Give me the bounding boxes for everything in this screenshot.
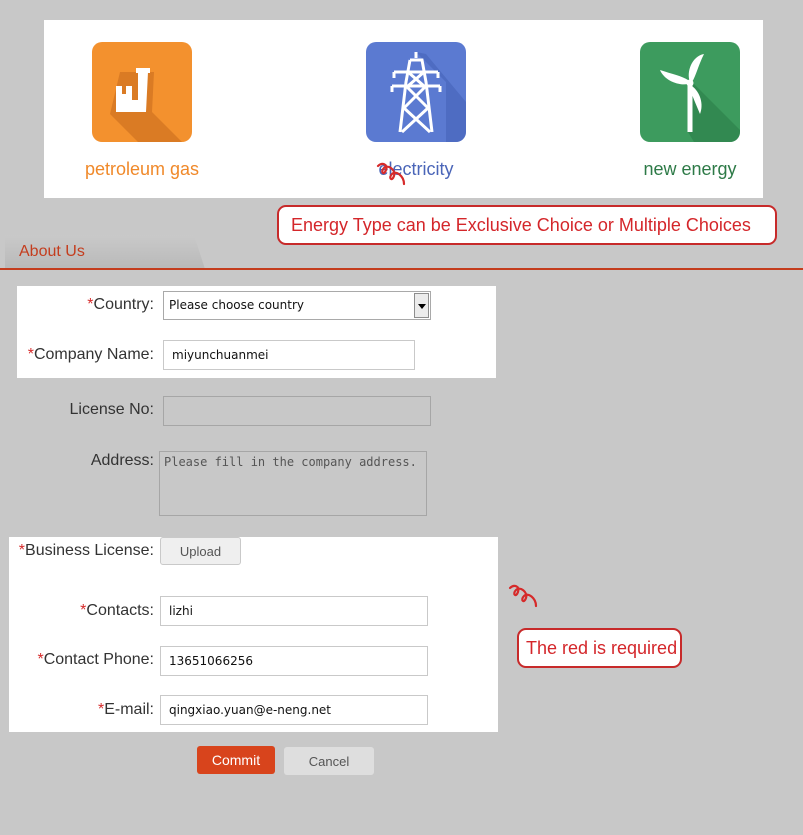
cancel-button[interactable]: Cancel xyxy=(284,747,374,775)
business-license-label: *Business License: xyxy=(18,542,154,559)
commit-button[interactable]: Commit xyxy=(197,746,275,774)
address-textarea[interactable] xyxy=(159,451,427,516)
wind-turbine-icon xyxy=(640,42,740,142)
tab-about-us[interactable]: About Us xyxy=(5,235,205,269)
country-select-value: Please choose country xyxy=(169,298,304,312)
country-select[interactable]: Please choose country xyxy=(163,291,431,320)
contacts-label: *Contacts: xyxy=(80,602,154,619)
address-label: Address: xyxy=(90,452,154,469)
email-input[interactable]: qingxiao.yuan@e-neng.net xyxy=(160,695,428,725)
tab-divider xyxy=(0,268,803,270)
country-label: *Country: xyxy=(87,296,154,313)
contacts-input[interactable]: lizhi xyxy=(160,596,428,626)
license-no-label: License No: xyxy=(69,401,155,418)
energy-type-callout: Energy Type can be Exclusive Choice or M… xyxy=(277,205,777,245)
energy-option-new-energy[interactable]: new energy xyxy=(610,42,770,180)
required-fields-callout: The red is required xyxy=(517,628,682,668)
energy-option-label: petroleum gas xyxy=(84,159,200,179)
power-tower-icon xyxy=(366,42,466,142)
company-name-label: *Company Name: xyxy=(27,346,154,363)
energy-option-label: new energy xyxy=(643,159,737,179)
license-no-input[interactable] xyxy=(163,396,431,426)
annotation-arrow-icon xyxy=(508,584,538,608)
tab-label: About Us xyxy=(19,243,85,260)
contact-phone-input[interactable]: 13651066256 xyxy=(160,646,428,676)
annotation-arrow-icon xyxy=(376,162,406,186)
contact-phone-label: *Contact Phone: xyxy=(37,651,154,668)
email-label: *E-mail: xyxy=(97,701,154,718)
chevron-down-icon[interactable] xyxy=(414,293,429,318)
upload-button[interactable]: Upload xyxy=(160,537,241,565)
energy-option-petroleum-gas[interactable]: petroleum gas xyxy=(62,42,222,180)
company-name-input[interactable]: miyunchuanmei xyxy=(163,340,415,370)
energy-option-electricity[interactable]: electricity xyxy=(336,42,496,180)
energy-option-label: electricity xyxy=(378,159,454,179)
factory-icon xyxy=(92,42,192,142)
